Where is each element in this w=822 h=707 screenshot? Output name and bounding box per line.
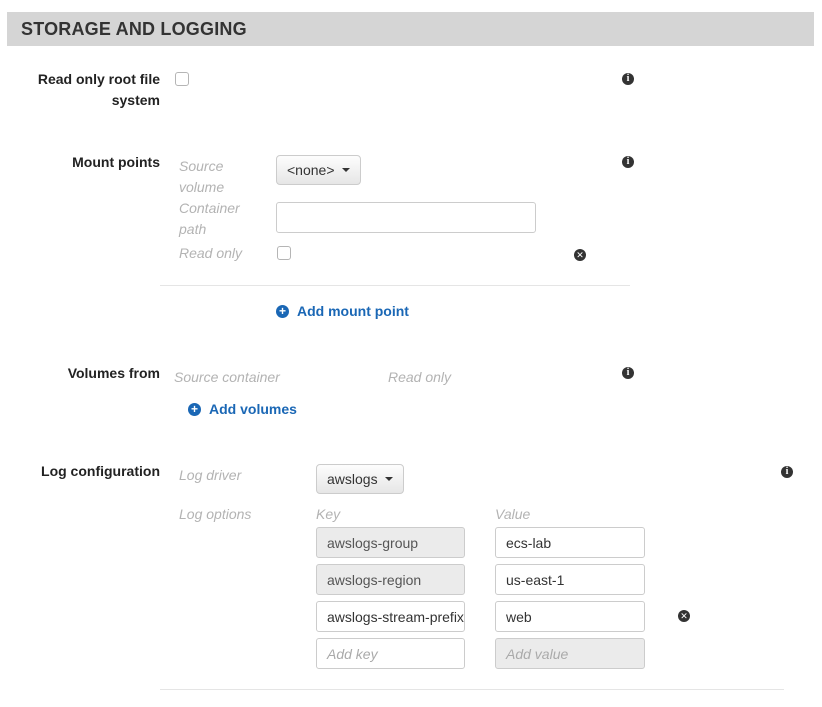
container-path-label: Container path bbox=[179, 200, 240, 237]
container-path-input[interactable] bbox=[276, 202, 536, 233]
section-title: STORAGE AND LOGGING bbox=[21, 19, 247, 39]
add-mount-point-link[interactable]: + Add mount point bbox=[276, 303, 409, 319]
read-only-root-label: Read only root file system bbox=[37, 71, 160, 108]
mount-read-only-checkbox[interactable] bbox=[277, 246, 291, 260]
mount-points-info-icon[interactable]: i bbox=[622, 156, 634, 168]
mount-read-only-label: Read only bbox=[179, 245, 243, 261]
source-volume-value: <none> bbox=[287, 162, 335, 178]
remove-log-option-icon[interactable]: ✕ bbox=[678, 610, 690, 622]
log-configuration-label: Log configuration bbox=[41, 463, 160, 479]
source-volume-label: Source volume bbox=[179, 158, 225, 195]
log-option-value-1[interactable]: ecs-lab bbox=[495, 527, 645, 558]
volumes-from-info-icon[interactable]: i bbox=[622, 367, 634, 379]
add-value-input: Add value bbox=[495, 638, 645, 669]
log-configuration-info-icon[interactable]: i bbox=[781, 466, 793, 478]
source-container-header: Source container bbox=[174, 369, 280, 385]
section-header: STORAGE AND LOGGING bbox=[7, 12, 814, 46]
add-mount-point-label: Add mount point bbox=[297, 303, 409, 319]
add-volumes-link[interactable]: + Add volumes bbox=[188, 401, 297, 417]
volumes-from-label: Volumes from bbox=[67, 365, 160, 381]
read-only-root-info-icon[interactable]: i bbox=[622, 73, 634, 85]
source-volume-dropdown[interactable]: <none> bbox=[276, 155, 361, 185]
plus-circle-icon: + bbox=[188, 402, 201, 416]
value-column-header: Value bbox=[495, 506, 531, 522]
chevron-down-icon bbox=[384, 477, 393, 481]
log-configuration-divider bbox=[160, 689, 784, 690]
add-key-input[interactable]: Add key bbox=[316, 638, 465, 669]
key-column-header: Key bbox=[316, 506, 341, 522]
log-option-value-3[interactable]: web bbox=[495, 601, 645, 632]
log-driver-dropdown[interactable]: awslogs bbox=[316, 464, 404, 494]
read-only-root-checkbox[interactable] bbox=[175, 72, 189, 86]
log-option-key-3[interactable]: awslogs-stream-prefix bbox=[316, 601, 465, 632]
log-driver-label: Log driver bbox=[179, 467, 242, 483]
mount-points-label: Mount points bbox=[72, 154, 160, 170]
remove-mount-point-icon[interactable]: ✕ bbox=[574, 249, 586, 261]
chevron-down-icon bbox=[341, 168, 350, 172]
mount-points-divider bbox=[160, 285, 630, 286]
log-driver-value: awslogs bbox=[327, 471, 378, 487]
volumes-read-only-header: Read only bbox=[388, 369, 452, 385]
log-option-value-2[interactable]: us-east-1 bbox=[495, 564, 645, 595]
add-volumes-label: Add volumes bbox=[209, 401, 297, 417]
plus-circle-icon: + bbox=[276, 304, 289, 318]
log-options-label: Log options bbox=[179, 506, 252, 522]
log-option-key-1: awslogs-group bbox=[316, 527, 465, 558]
log-option-key-2: awslogs-region bbox=[316, 564, 465, 595]
